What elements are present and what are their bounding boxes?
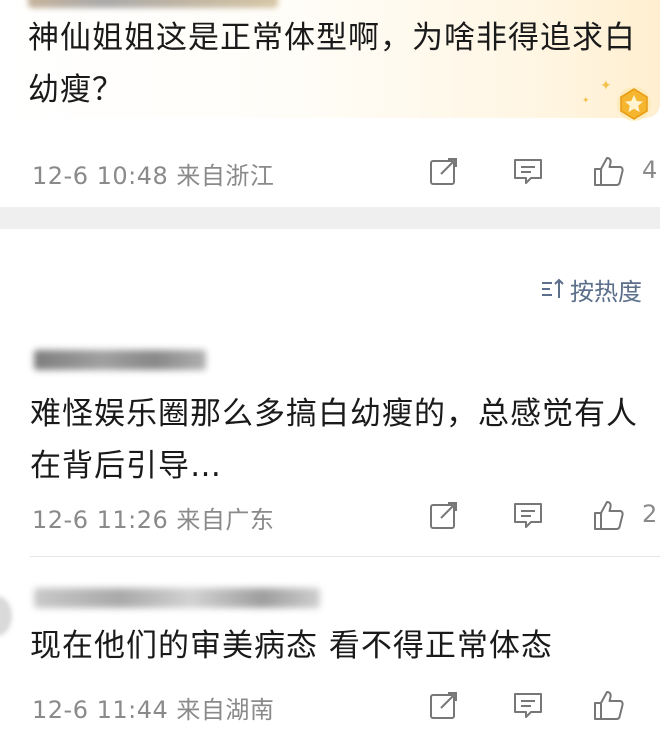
gold-badge-icon xyxy=(617,87,651,121)
thumbs-up-icon[interactable] xyxy=(592,154,626,188)
comment-timestamp: 12-6 11:44 来自湖南 xyxy=(32,696,275,724)
comment-timestamp: 12-6 11:26 来自广东 xyxy=(32,506,275,534)
comment-meta: 12-6 10:48 来自浙江 4 xyxy=(0,154,660,194)
comment-feed: 神仙姐姐这是正常体型啊，为啥非得追求白幼瘦？ ✦ ✦ 12-6 10:48 来自… xyxy=(0,0,660,736)
comment-item: 神仙姐姐这是正常体型啊，为啥非得追求白幼瘦？ ✦ ✦ 12-6 10:48 来自… xyxy=(0,0,660,205)
divider xyxy=(30,556,660,557)
comment-text: 神仙姐姐这是正常体型啊，为啥非得追求白幼瘦？ xyxy=(28,20,636,108)
comment-meta: 12-6 11:44 来自湖南 xyxy=(0,688,660,728)
sort-label: 按热度 xyxy=(570,277,642,306)
section-separator xyxy=(0,207,660,229)
comment-timestamp: 12-6 10:48 来自浙江 xyxy=(32,162,275,190)
comment-meta: 12-6 11:26 来自广东 2 xyxy=(0,498,660,538)
sparkle-icon: ✦ xyxy=(582,96,590,106)
sort-icon xyxy=(542,278,564,298)
blurred-username xyxy=(28,0,278,8)
like-count: 4 xyxy=(642,156,658,184)
thumbs-up-icon[interactable] xyxy=(592,688,626,722)
reply-icon[interactable] xyxy=(511,154,545,188)
share-icon[interactable] xyxy=(427,498,461,532)
comment-text: 现在他们的审美病态 看不得正常体态 xyxy=(30,628,553,664)
like-count: 2 xyxy=(642,500,658,528)
thumbs-up-icon[interactable] xyxy=(592,498,626,532)
share-icon[interactable] xyxy=(427,688,461,722)
blurred-username xyxy=(34,588,320,608)
reply-icon[interactable] xyxy=(511,688,545,722)
blurred-username xyxy=(34,350,206,370)
sort-toggle[interactable]: 按热度 xyxy=(540,272,642,306)
reply-icon[interactable] xyxy=(511,498,545,532)
comment-text: 难怪娱乐圈那么多搞白幼瘦的，总感觉有人在背后引导… xyxy=(30,396,638,484)
avatar[interactable] xyxy=(0,596,12,636)
sparkle-icon: ✦ xyxy=(600,78,612,94)
share-icon[interactable] xyxy=(427,154,461,188)
